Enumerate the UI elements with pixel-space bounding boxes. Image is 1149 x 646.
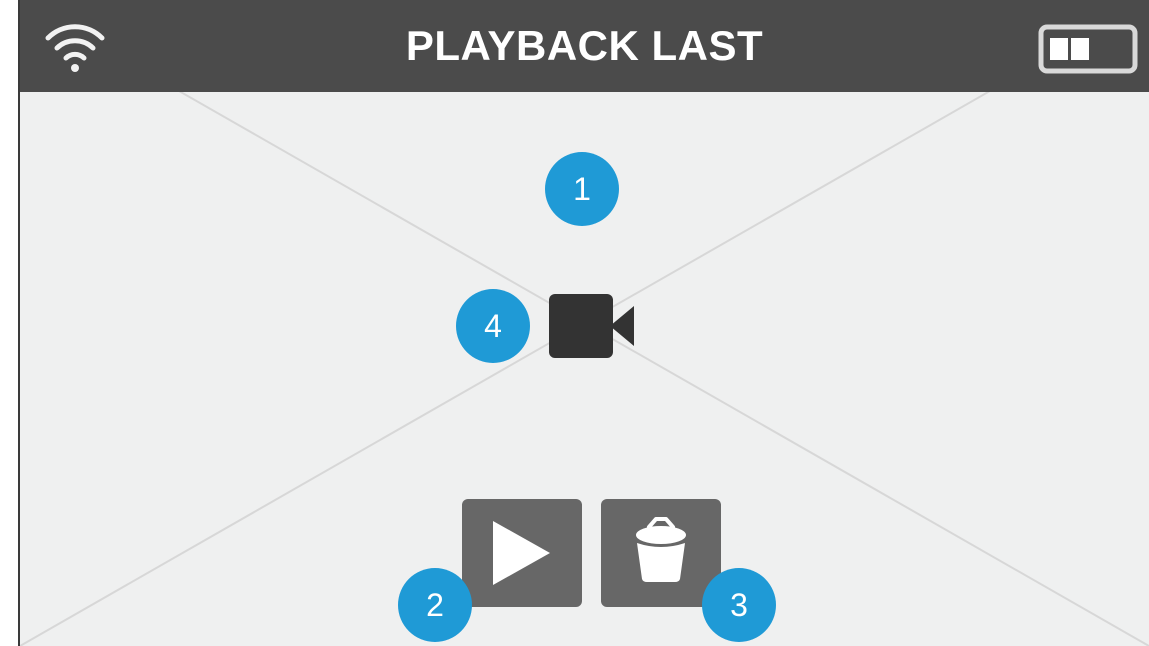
video-camera-icon bbox=[549, 294, 634, 358]
trash-icon bbox=[636, 517, 686, 582]
annotation-badge-2: 2 bbox=[398, 568, 472, 642]
annotation-badge-3: 3 bbox=[702, 568, 776, 642]
play-icon bbox=[493, 521, 550, 585]
annotation-badge-4: 4 bbox=[456, 289, 530, 363]
play-button[interactable] bbox=[462, 499, 582, 607]
device-screen: PLAYBACK LAST 1 4 2 3 bbox=[20, 0, 1149, 646]
annotation-badge-1: 1 bbox=[545, 152, 619, 226]
page-title: PLAYBACK LAST bbox=[405, 22, 764, 69]
delete-button[interactable] bbox=[601, 499, 721, 607]
top-bar: PLAYBACK LAST bbox=[20, 0, 1149, 92]
battery-icon bbox=[1038, 24, 1138, 74]
